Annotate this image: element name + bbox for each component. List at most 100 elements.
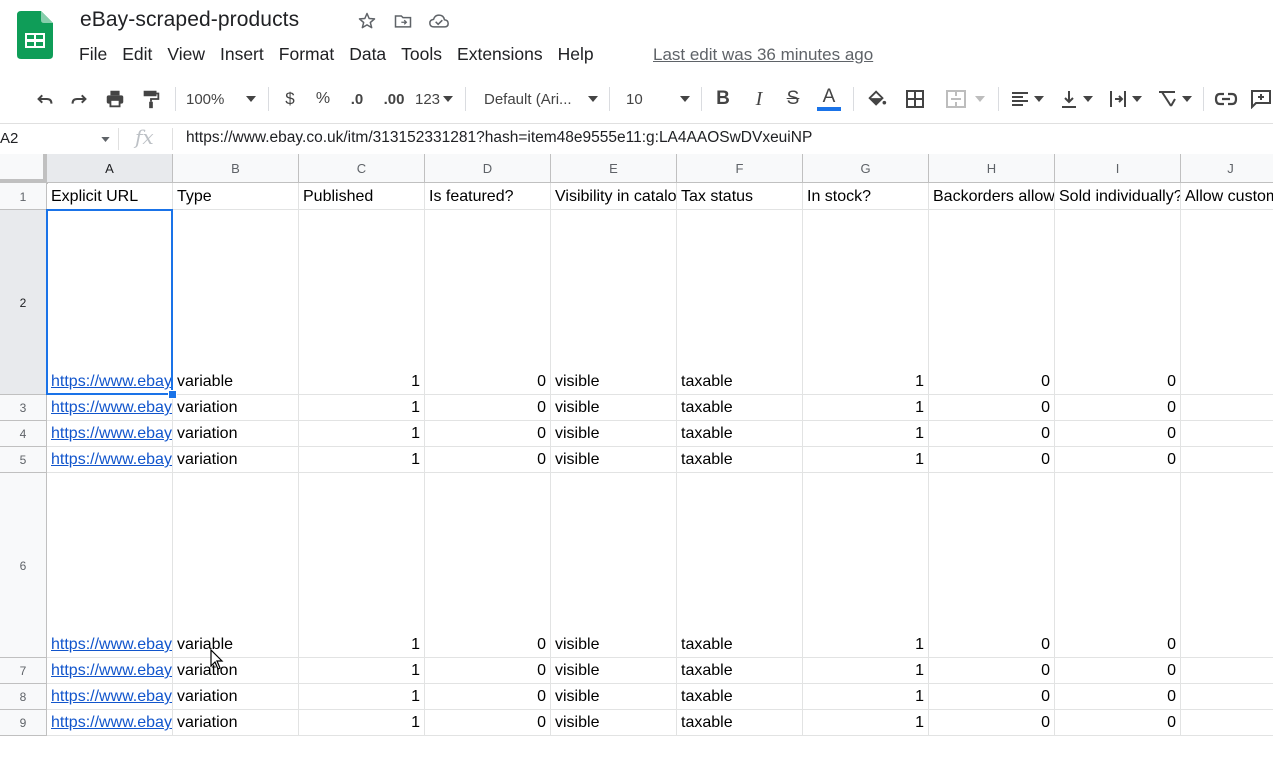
column-header-f[interactable]: F xyxy=(677,154,803,183)
data-cell[interactable] xyxy=(1181,447,1273,473)
select-all-corner[interactable] xyxy=(0,154,48,184)
data-cell[interactable]: variation xyxy=(173,684,299,710)
data-cell[interactable]: 1 xyxy=(299,447,425,473)
url-cell[interactable]: https://www.ebay.co.uk/itm/313152331281 xyxy=(47,447,173,473)
url-link[interactable]: https://www.ebay.co.uk/itm/313152331281 xyxy=(51,636,172,654)
menu-data[interactable]: Data xyxy=(349,44,393,65)
row-header[interactable]: 4 xyxy=(0,421,47,447)
menu-insert[interactable]: Insert xyxy=(220,44,271,65)
header-cell[interactable]: Tax status xyxy=(677,183,803,210)
data-cell[interactable]: variation xyxy=(173,395,299,421)
data-cell[interactable] xyxy=(1181,473,1273,658)
data-cell[interactable]: visible xyxy=(551,210,677,395)
redo-icon[interactable] xyxy=(66,85,92,113)
data-cell[interactable]: 1 xyxy=(803,210,929,395)
fill-color-icon[interactable] xyxy=(864,85,890,113)
menu-extensions[interactable]: Extensions xyxy=(457,44,550,65)
data-cell[interactable]: 1 xyxy=(803,684,929,710)
data-cell[interactable]: 0 xyxy=(929,684,1055,710)
text-rotation-icon[interactable] xyxy=(1154,85,1194,113)
paint-format-icon[interactable] xyxy=(138,85,164,113)
url-link[interactable]: https://www.ebay.co.uk/itm/313152331281 xyxy=(51,662,172,680)
data-cell[interactable]: 0 xyxy=(929,658,1055,684)
row-header[interactable]: 2 xyxy=(0,210,47,395)
increase-decimal-button[interactable]: .00 xyxy=(380,85,408,113)
data-cell[interactable] xyxy=(1181,710,1273,736)
data-cell[interactable]: 0 xyxy=(929,473,1055,658)
insert-link-icon[interactable] xyxy=(1213,85,1239,113)
data-cell[interactable]: taxable xyxy=(677,395,803,421)
data-cell[interactable]: 1 xyxy=(299,658,425,684)
data-cell[interactable]: 0 xyxy=(1055,710,1181,736)
data-cell[interactable]: 0 xyxy=(425,210,551,395)
zoom-select[interactable]: 100% xyxy=(186,85,258,113)
data-cell[interactable]: visible xyxy=(551,658,677,684)
data-cell[interactable]: 0 xyxy=(425,447,551,473)
name-box-chevron-down-icon[interactable] xyxy=(101,137,110,142)
menu-help[interactable]: Help xyxy=(558,44,601,65)
url-cell[interactable]: https://www.ebay.co.uk/itm/313152331281 xyxy=(47,473,173,658)
data-cell[interactable]: variation xyxy=(173,658,299,684)
data-cell[interactable]: visible xyxy=(551,473,677,658)
data-cell[interactable]: 0 xyxy=(425,658,551,684)
data-cell[interactable]: taxable xyxy=(677,710,803,736)
url-cell[interactable]: https://www.ebay.co.uk/itm/313152331281 xyxy=(47,710,173,736)
data-cell[interactable]: 0 xyxy=(425,473,551,658)
data-cell[interactable]: visible xyxy=(551,395,677,421)
cloud-saved-icon[interactable] xyxy=(428,10,450,32)
data-cell[interactable]: taxable xyxy=(677,210,803,395)
data-cell[interactable]: 0 xyxy=(425,421,551,447)
data-cell[interactable] xyxy=(1181,658,1273,684)
data-cell[interactable]: variation xyxy=(173,421,299,447)
data-cell[interactable]: variation xyxy=(173,447,299,473)
data-cell[interactable]: 1 xyxy=(803,658,929,684)
url-cell[interactable]: https://www.ebay.co.uk/itm/313152331281 xyxy=(47,658,173,684)
menu-tools[interactable]: Tools xyxy=(401,44,449,65)
data-cell[interactable] xyxy=(1181,421,1273,447)
data-cell[interactable]: taxable xyxy=(677,447,803,473)
data-cell[interactable]: visible xyxy=(551,421,677,447)
row-header[interactable]: 3 xyxy=(0,395,47,421)
menu-view[interactable]: View xyxy=(167,44,212,65)
data-cell[interactable]: 1 xyxy=(803,473,929,658)
sheets-logo-icon[interactable] xyxy=(17,11,53,59)
currency-format-button[interactable]: $ xyxy=(280,85,300,113)
data-cell[interactable]: 0 xyxy=(929,447,1055,473)
borders-icon[interactable] xyxy=(902,85,928,113)
spreadsheet-grid[interactable]: A B C D E F G H I J 1 Explicit URL Type Published Is f… xyxy=(0,154,1273,763)
data-cell[interactable]: 0 xyxy=(1055,658,1181,684)
data-cell[interactable] xyxy=(1181,684,1273,710)
header-cell[interactable]: Type xyxy=(173,183,299,210)
fill-handle[interactable] xyxy=(168,390,177,399)
column-header-g[interactable]: G xyxy=(803,154,929,183)
column-header-i[interactable]: I xyxy=(1055,154,1181,183)
header-cell[interactable]: Visibility in catalog xyxy=(551,183,677,210)
undo-icon[interactable] xyxy=(32,85,58,113)
decrease-decimal-button[interactable]: .0 xyxy=(344,85,370,113)
data-cell[interactable]: taxable xyxy=(677,421,803,447)
row-header[interactable]: 5 xyxy=(0,447,47,473)
header-cell[interactable]: Published xyxy=(299,183,425,210)
bold-button[interactable]: B xyxy=(712,85,734,113)
data-cell[interactable]: visible xyxy=(551,684,677,710)
url-cell[interactable]: https://www.ebay.co.uk/itm/313152331281 xyxy=(47,684,173,710)
print-icon[interactable] xyxy=(102,85,128,113)
data-cell[interactable]: 0 xyxy=(1055,684,1181,710)
url-link[interactable]: https://www.ebay.co.uk/itm/313152331281 xyxy=(51,373,172,391)
font-family-select[interactable]: Default (Ari... xyxy=(484,85,598,113)
horizontal-align-icon[interactable] xyxy=(1008,85,1046,113)
url-cell[interactable]: https://www.ebay.co.uk/itm/313152331281 xyxy=(47,421,173,447)
data-cell[interactable]: 0 xyxy=(425,710,551,736)
column-header-e[interactable]: E xyxy=(551,154,677,183)
header-cell[interactable]: In stock? xyxy=(803,183,929,210)
data-cell[interactable]: 0 xyxy=(1055,447,1181,473)
column-header-j[interactable]: J xyxy=(1181,154,1273,183)
data-cell[interactable]: 1 xyxy=(299,210,425,395)
url-link[interactable]: https://www.ebay.co.uk/itm/313152331281 xyxy=(51,425,172,443)
data-cell[interactable]: 0 xyxy=(929,421,1055,447)
row-header[interactable]: 7 xyxy=(0,658,47,684)
menu-edit[interactable]: Edit xyxy=(122,44,159,65)
header-cell[interactable]: Backorders allowed? xyxy=(929,183,1055,210)
url-link[interactable]: https://www.ebay.co.uk/itm/313152331281 xyxy=(51,688,172,706)
data-cell[interactable]: 1 xyxy=(803,447,929,473)
